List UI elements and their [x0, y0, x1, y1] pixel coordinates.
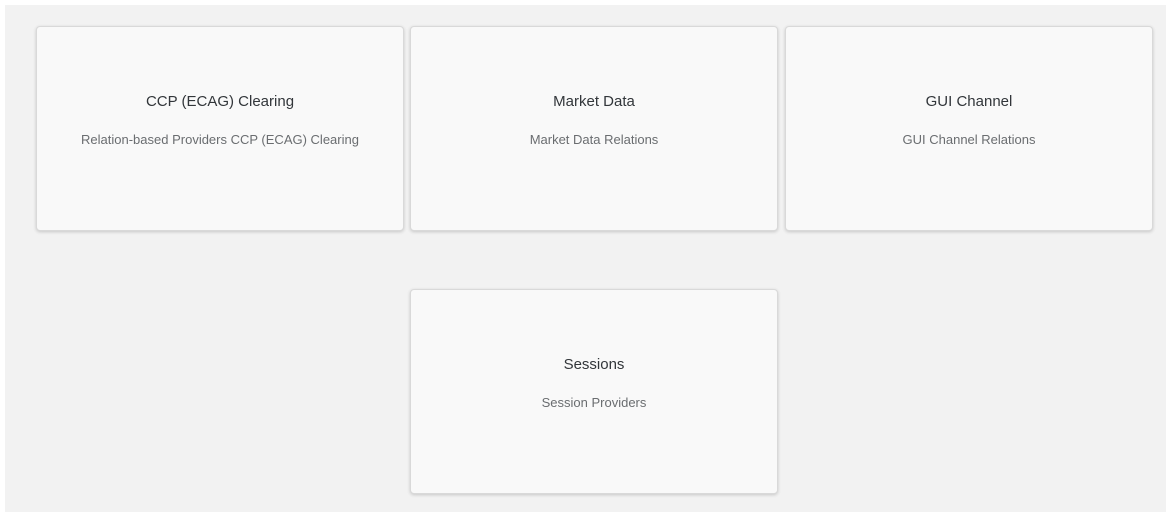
tile-subtitle: Relation-based Providers CCP (ECAG) Clea… — [81, 132, 359, 147]
tile-subtitle: Market Data Relations — [529, 132, 659, 147]
tile-ccp-ecag-clearing[interactable]: CCP (ECAG) Clearing Relation-based Provi… — [36, 26, 404, 231]
tile-title: CCP (ECAG) Clearing — [145, 93, 295, 110]
tile-sessions[interactable]: Sessions Session Providers — [410, 289, 778, 494]
tile-title: Market Data — [553, 93, 635, 110]
tile-subtitle: GUI Channel Relations — [902, 132, 1036, 147]
launchpad-page: CCP (ECAG) Clearing Relation-based Provi… — [5, 5, 1166, 512]
tile-market-data[interactable]: Market Data Market Data Relations — [410, 26, 778, 231]
tile-title: GUI Channel — [925, 93, 1013, 110]
tile-gui-channel[interactable]: GUI Channel GUI Channel Relations — [785, 26, 1153, 231]
tile-subtitle: Session Providers — [541, 395, 647, 410]
tile-title: Sessions — [563, 356, 625, 373]
